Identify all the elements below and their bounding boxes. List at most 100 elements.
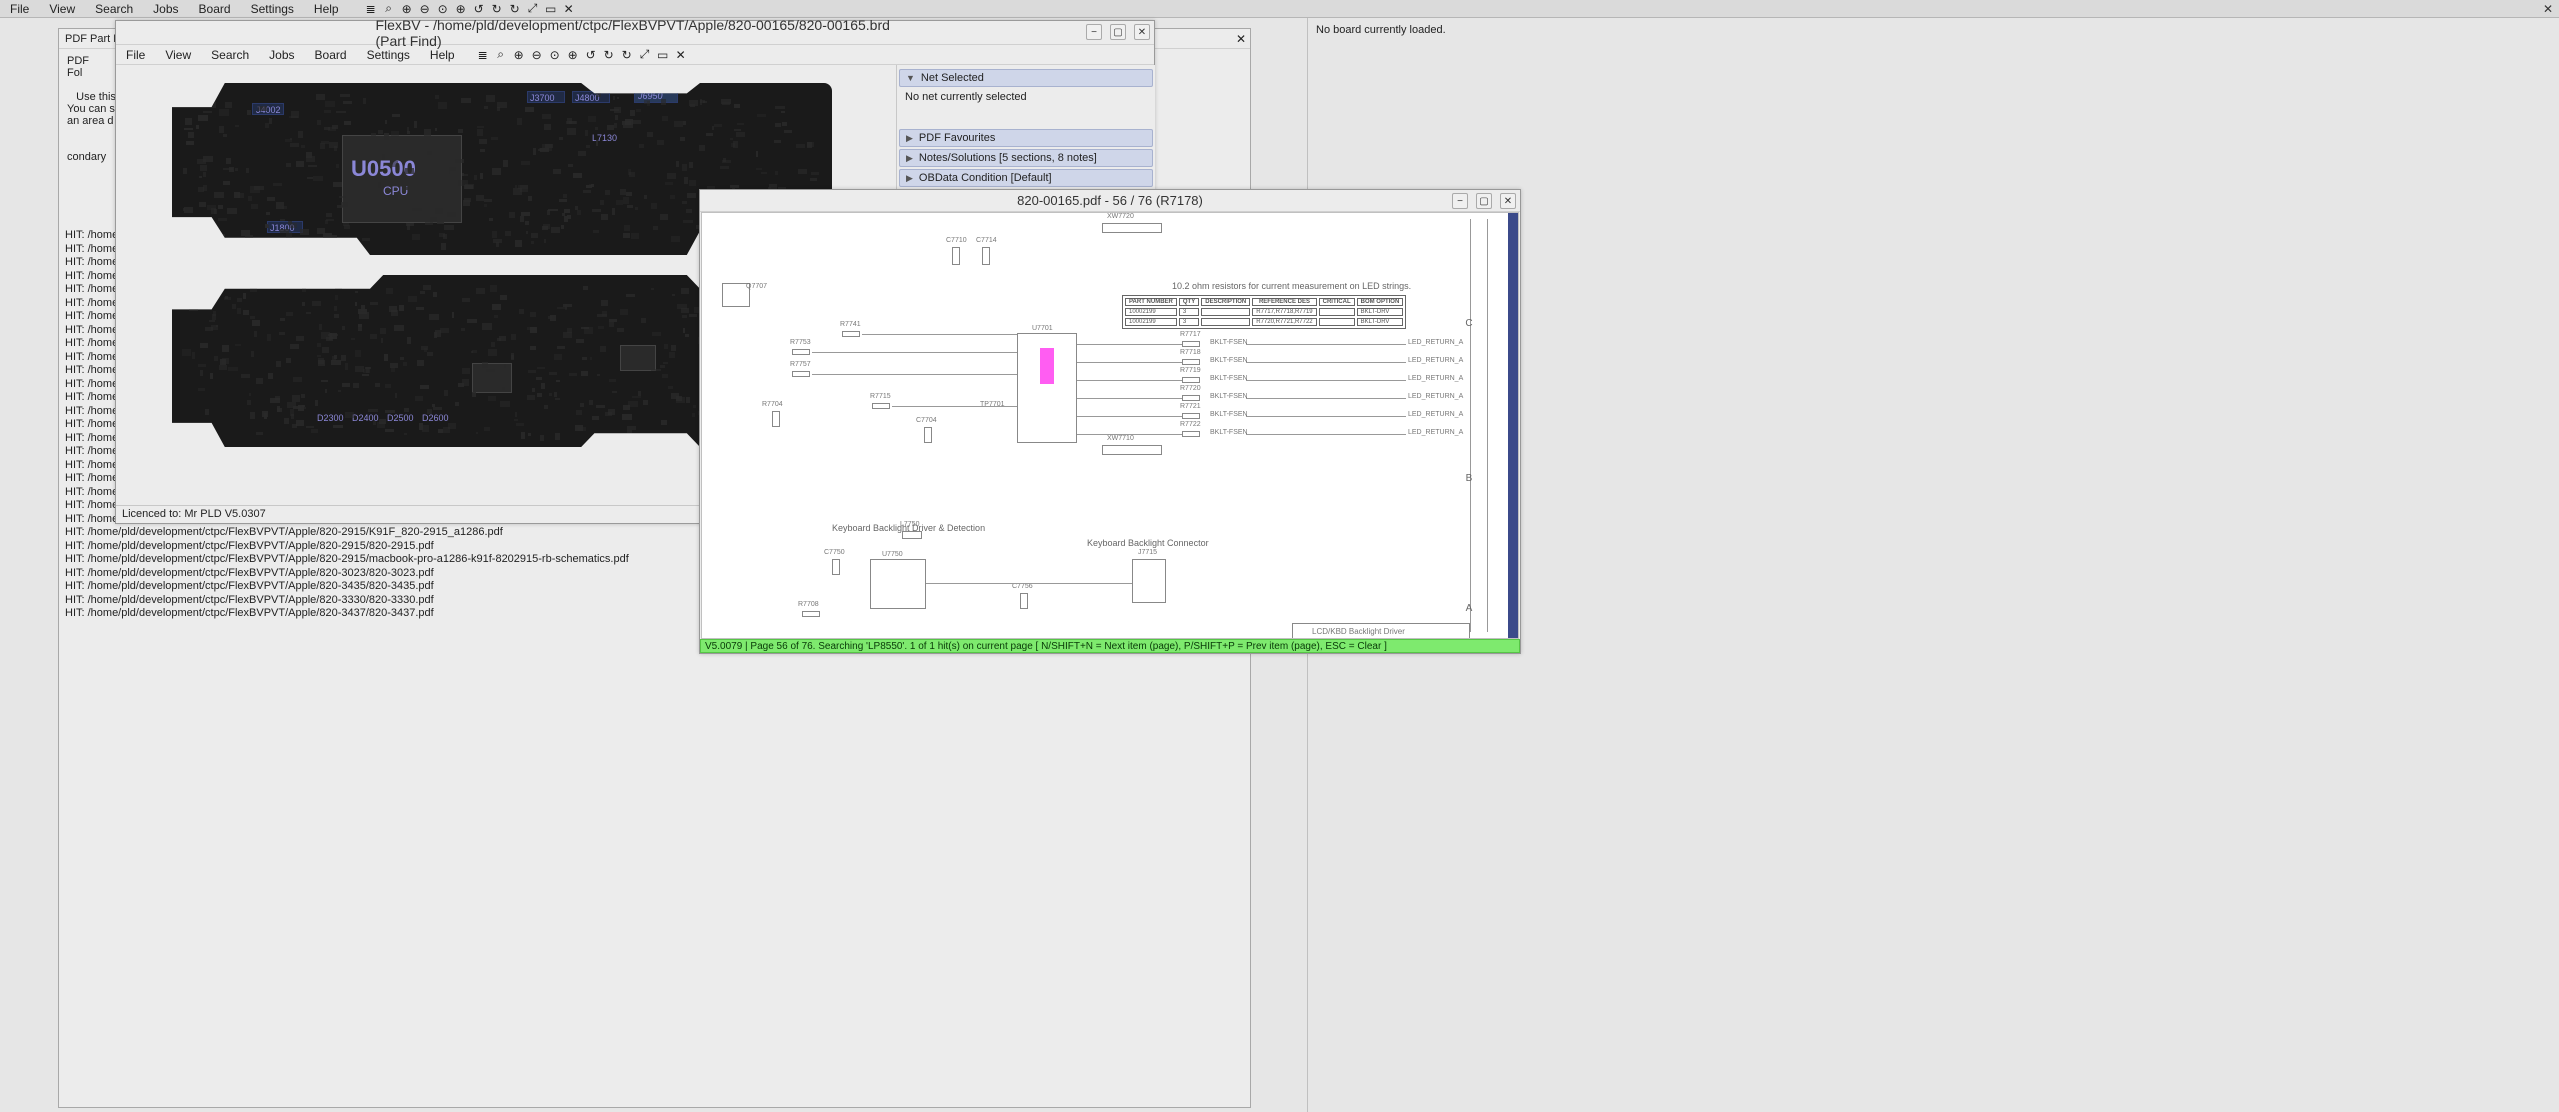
d2500-label: D2500 [387,413,414,423]
table-cell: 3 [1179,318,1199,326]
board-menu-view[interactable]: View [155,48,201,62]
board-menu-jobs[interactable]: Jobs [259,48,304,62]
table-cell [1319,318,1355,326]
pdf-minimize-button[interactable]: − [1452,193,1468,209]
pdf-part-find-close-icon[interactable]: ✕ [1232,32,1250,46]
d2600-label: D2600 [422,413,449,423]
expand-icon[interactable]: ⤢ [527,3,539,15]
main-toolbar-icons: ≣ ⌕ ⊕ ⊖ ⊙ ⊕ ↺ ↻ ↻ ⤢ ▭ ✕ [365,3,575,15]
xw7710-box[interactable] [1102,445,1162,455]
minimize-button[interactable]: − [1086,24,1102,40]
window-icon[interactable]: ▭ [545,3,557,15]
c7710-box[interactable] [952,247,960,265]
b-r2-icon[interactable]: ↻ [603,49,615,61]
j3700-label: J3700 [530,93,555,103]
board-menu-search[interactable]: Search [201,48,259,62]
b-target-icon[interactable]: ⊙ [549,49,561,61]
r7753-box[interactable] [792,349,810,355]
r7717-box[interactable] [1182,341,1200,347]
b-plus2-icon[interactable]: ⊕ [567,49,579,61]
b-r3-icon[interactable]: ↻ [621,49,633,61]
table-cell: R7720,R7721,R7722 [1252,318,1316,326]
side-row-pdf-fav[interactable]: ▶ PDF Favourites [899,129,1153,147]
l7750-box[interactable] [902,531,922,539]
side-net-header[interactable]: ▼ Net Selected [899,69,1153,87]
pdf-maximize-button[interactable]: ▢ [1476,193,1492,209]
c7750-box[interactable] [832,559,840,575]
board-menu-file[interactable]: File [116,48,155,62]
refresh3-icon[interactable]: ↻ [509,3,521,15]
b-close-icon[interactable]: ✕ [675,49,687,61]
l7750-label: L7750 [900,521,919,528]
xw7720-box[interactable] [1102,223,1162,233]
board-menu-help[interactable]: Help [420,48,465,62]
r7720-box[interactable] [1182,395,1200,401]
table-row: 100021993R7720,R7721,R7722BKLT-DRV [1125,318,1403,326]
r7718-box[interactable] [1182,359,1200,365]
pdf-close-button[interactable]: ✕ [1500,193,1516,209]
wire2-r7722 [1246,434,1406,435]
pdf-canvas[interactable]: C B A 10.2 ohm resistors for current mea… [701,212,1519,639]
j7715-box[interactable] [1132,559,1166,603]
b-list-icon[interactable]: ≣ [477,49,489,61]
c7714-box[interactable] [982,247,990,265]
c7750-label: C7750 [824,549,845,556]
r7722-net: BKLT-FSEN [1210,429,1248,436]
pdf-titlebar[interactable]: 820-00165.pdf - 56 / 76 (R7178) − ▢ ✕ [700,190,1520,212]
refresh2-icon[interactable]: ↻ [491,3,503,15]
maximize-button[interactable]: ▢ [1110,24,1126,40]
r7704-label: R7704 [762,401,783,408]
board-menu-settings[interactable]: Settings [357,48,420,62]
plus-icon[interactable]: ⊕ [455,3,467,15]
zoom-in2-icon[interactable]: ⊕ [401,3,413,15]
wire-r7719 [1077,380,1182,381]
menu-jobs[interactable]: Jobs [143,2,188,16]
r7757-box[interactable] [792,371,810,377]
list-icon[interactable]: ≣ [365,3,377,15]
side-letter-a: A [1464,603,1474,614]
r7717-label: R7717 [1180,331,1201,338]
menu-view[interactable]: View [39,2,85,16]
r7722-box[interactable] [1182,431,1200,437]
page-frame [1470,219,1488,632]
zoom-out-icon[interactable]: ⊖ [419,3,431,15]
r7717-ret: LED_RETURN_A [1408,339,1463,346]
r7741-box[interactable] [842,331,860,337]
r7757-label: R7757 [790,361,811,368]
b-expand-icon[interactable]: ⤢ [639,49,651,61]
r7704-box[interactable] [772,411,780,427]
r7715-box[interactable] [872,403,890,409]
side-row-obdata[interactable]: ▶ OBData Condition [Default] [899,169,1153,187]
menu-help[interactable]: Help [304,2,349,16]
close-button[interactable]: ✕ [1134,24,1150,40]
close-icon[interactable]: ✕ [563,3,575,15]
side-row-notes[interactable]: ▶ Notes/Solutions [5 sections, 8 notes] [899,149,1153,167]
menu-file[interactable]: File [0,2,39,16]
c7756-box[interactable] [1020,593,1028,609]
b-plus-icon[interactable]: ⊕ [513,49,525,61]
r7708-box[interactable] [802,611,820,617]
u7750-box[interactable] [870,559,926,609]
zoom-in-icon[interactable]: ⌕ [383,3,395,15]
r7721-net: BKLT-FSEN [1210,411,1248,418]
chip-misc1[interactable] [620,345,656,371]
target-icon[interactable]: ⊙ [437,3,449,15]
menu-board[interactable]: Board [189,2,241,16]
table-header: REFERENCE DES [1252,298,1316,306]
c7704-box[interactable] [924,427,932,443]
r7719-box[interactable] [1182,377,1200,383]
b-minus-icon[interactable]: ⊖ [531,49,543,61]
menu-settings[interactable]: Settings [241,2,304,16]
menu-search[interactable]: Search [85,2,143,16]
b-zoom-icon[interactable]: ⌕ [495,49,507,61]
table-row: 100021993R7717,R7718,R7719BKLT-DRV [1125,308,1403,316]
b-r1-icon[interactable]: ↺ [585,49,597,61]
main-close-icon[interactable]: ✕ [2541,2,2555,16]
board-titlebar[interactable]: FlexBV - /home/pld/development/ctpc/Flex… [116,21,1154,45]
table-header: CRITICAL [1319,298,1355,306]
r7721-box[interactable] [1182,413,1200,419]
wire-r7718 [1077,362,1182,363]
refresh-icon[interactable]: ↺ [473,3,485,15]
board-menu-board[interactable]: Board [305,48,357,62]
b-win-icon[interactable]: ▭ [657,49,669,61]
